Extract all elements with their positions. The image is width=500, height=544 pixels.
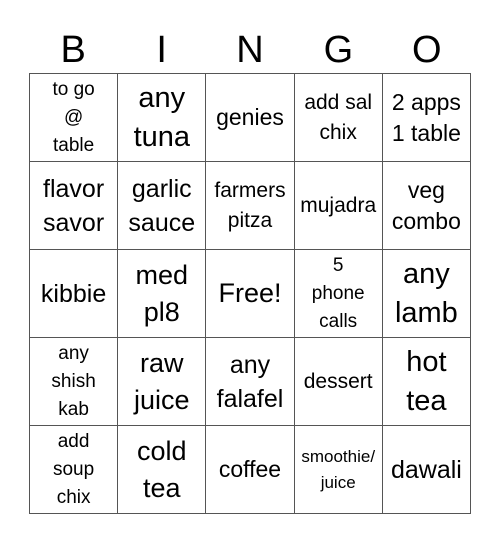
- header-letter-o: O: [412, 29, 442, 71]
- bingo-cell[interactable]: 5 phone calls: [294, 250, 383, 338]
- header-letter-g: G: [323, 29, 354, 71]
- bingo-cell[interactable]: veg combo: [382, 162, 471, 250]
- bingo-cell[interactable]: kibbie: [30, 250, 119, 338]
- cell-text: veg combo: [391, 176, 461, 234]
- bingo-cell[interactable]: garlic sauce: [118, 162, 207, 250]
- bingo-cell[interactable]: any lamb: [382, 250, 471, 338]
- header-letter-i: I: [156, 29, 167, 71]
- cell-text: genies: [216, 104, 284, 130]
- bingo-cell[interactable]: coffee: [206, 426, 295, 514]
- bingo-cell[interactable]: add soup chix: [30, 426, 119, 514]
- free-space[interactable]: Free!: [206, 250, 295, 338]
- bingo-cell[interactable]: hot tea: [382, 338, 471, 426]
- cell-text: add soup chix: [52, 430, 95, 508]
- cell-text: mujadra: [300, 193, 377, 217]
- bingo-cell[interactable]: genies: [206, 74, 295, 162]
- bingo-cell[interactable]: to go @ table: [30, 74, 119, 162]
- bingo-cell[interactable]: farmers pitza: [206, 162, 295, 250]
- bingo-grid: to go @ table any tuna genies add sal ch…: [29, 73, 471, 514]
- bingo-cell[interactable]: 2 apps 1 table: [382, 74, 471, 162]
- cell-text: any lamb: [394, 257, 458, 329]
- cell-text: any shish kab: [51, 342, 96, 420]
- cell-text: Free!: [218, 278, 282, 308]
- bingo-cell[interactable]: med pl8: [118, 250, 207, 338]
- cell-text: smoothie/ juice: [301, 446, 376, 492]
- cell-text: flavor savor: [43, 174, 105, 237]
- bingo-cell[interactable]: cold tea: [118, 426, 207, 514]
- header-letter-n: N: [236, 29, 264, 71]
- cell-text: any tuna: [133, 81, 191, 153]
- cell-text: farmers pitza: [214, 178, 286, 232]
- cell-text: kibbie: [40, 279, 107, 308]
- cell-text: cold tea: [137, 435, 187, 503]
- bingo-cell[interactable]: flavor savor: [30, 162, 119, 250]
- bingo-cell[interactable]: raw juice: [118, 338, 207, 426]
- bingo-cell[interactable]: any falafel: [206, 338, 295, 426]
- cell-text: dawali: [390, 455, 462, 484]
- cell-text: med pl8: [135, 259, 189, 327]
- cell-text: coffee: [218, 456, 282, 482]
- bingo-cell[interactable]: mujadra: [294, 162, 383, 250]
- cell-text: to go @ table: [52, 78, 95, 156]
- bingo-cell[interactable]: any shish kab: [30, 338, 119, 426]
- cell-text: dessert: [303, 369, 373, 393]
- cell-text: 5 phone calls: [311, 254, 365, 332]
- bingo-cell[interactable]: add sal chix: [294, 74, 383, 162]
- cell-text: any falafel: [216, 350, 284, 413]
- cell-text: hot tea: [406, 345, 447, 417]
- bingo-header: B I N G O: [29, 28, 471, 73]
- header-letter-b: B: [60, 29, 86, 71]
- bingo-cell[interactable]: smoothie/ juice: [294, 426, 383, 514]
- cell-text: add sal chix: [304, 90, 373, 144]
- bingo-cell[interactable]: dessert: [294, 338, 383, 426]
- cell-text: 2 apps 1 table: [391, 88, 461, 146]
- bingo-cell[interactable]: any tuna: [118, 74, 207, 162]
- cell-text: raw juice: [134, 347, 190, 415]
- cell-text: garlic sauce: [128, 174, 196, 237]
- bingo-cell[interactable]: dawali: [382, 426, 471, 514]
